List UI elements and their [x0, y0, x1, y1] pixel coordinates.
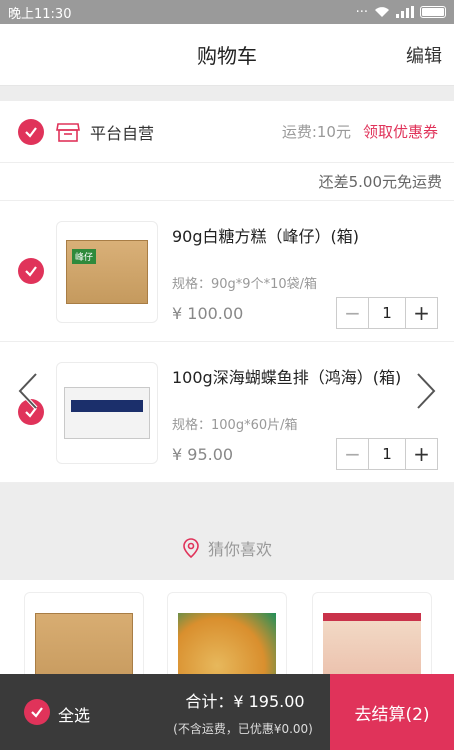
status-icons: ··· [356, 5, 446, 20]
cart-item: 峰仔 90g白糖方糕（峰仔）(箱) 规格：90g*9个*10袋/箱 ¥ 100.… [0, 201, 454, 342]
recommendations-list [0, 580, 454, 702]
total-note: (不含运费，已优惠¥0.00) [173, 722, 313, 736]
status-time: 晚上11:30 [8, 6, 72, 22]
shop-header: 平台自营 运费:10元 领取优惠券 [0, 101, 454, 163]
select-all-label[interactable]: 全选 [58, 702, 90, 726]
product-image[interactable] [56, 362, 158, 464]
shop-checkbox[interactable] [18, 118, 44, 145]
select-all-checkbox[interactable] [24, 699, 50, 725]
item-checkbox[interactable] [18, 258, 44, 284]
decrease-button[interactable]: − [337, 439, 369, 469]
product-price: ¥ 95.00 [172, 445, 234, 464]
battery-icon [420, 6, 446, 18]
location-pin-icon [183, 538, 199, 558]
shop-name: 平台自营 [90, 123, 155, 143]
product-image[interactable]: 峰仔 [56, 221, 158, 323]
quantity-value[interactable]: 1 [369, 298, 405, 328]
signal-icon [396, 6, 414, 18]
wifi-icon [375, 7, 389, 17]
increase-button[interactable]: + [405, 439, 437, 469]
checkmark-icon [31, 707, 43, 718]
chevron-right-icon[interactable] [414, 372, 438, 410]
checkmark-icon [25, 126, 37, 138]
shipping-fee: 运费:10元 [281, 123, 351, 141]
checkout-button[interactable]: 去结算(2) [330, 674, 454, 750]
quantity-value[interactable]: 1 [369, 439, 405, 469]
product-price: ¥ 100.00 [172, 304, 244, 323]
more-dots-icon: ··· [355, 4, 368, 20]
increase-button[interactable]: + [405, 298, 437, 328]
cart-item: 100g深海蝴蝶鱼排（鸿海）(箱) 规格：100g*60片/箱 ¥ 95.00 … [0, 342, 454, 483]
product-label-band [71, 400, 143, 412]
quantity-stepper: − 1 + [336, 297, 438, 329]
status-bar: 晚上11:30 ··· [0, 0, 454, 24]
page-title: 购物车 [197, 44, 257, 68]
get-coupon-link[interactable]: 领取优惠券 [363, 121, 438, 142]
checkout-bar: 全选 合计：¥ 195.00 (不含运费，已优惠¥0.00) 去结算(2) [0, 674, 454, 750]
checkmark-icon [25, 266, 37, 277]
product-brand-label: 峰仔 [72, 249, 97, 264]
free-shipping-hint: 还差5.00元免运费 [0, 163, 454, 201]
product-name[interactable]: 90g白糖方糕（峰仔）(箱) [172, 223, 359, 247]
store-icon [56, 122, 80, 142]
product-spec: 规格：100g*60片/箱 [172, 418, 298, 433]
recommendations-label: 猜你喜欢 [207, 540, 272, 559]
product-name[interactable]: 100g深海蝴蝶鱼排（鸿海）(箱) [172, 364, 401, 388]
decrease-button[interactable]: − [337, 298, 369, 328]
edit-button[interactable]: 编辑 [406, 42, 442, 68]
quantity-stepper: − 1 + [336, 438, 438, 470]
product-box-graphic [64, 387, 150, 439]
chevron-left-icon[interactable] [16, 372, 40, 410]
total-amount: 合计：¥ 195.00 [185, 692, 305, 711]
nav-bar: 购物车 编辑 [0, 24, 454, 86]
product-spec: 规格：90g*9个*10袋/箱 [172, 277, 317, 292]
product-box-graphic: 峰仔 [66, 240, 148, 304]
recommendations-heading: 猜你喜欢 [0, 520, 454, 576]
